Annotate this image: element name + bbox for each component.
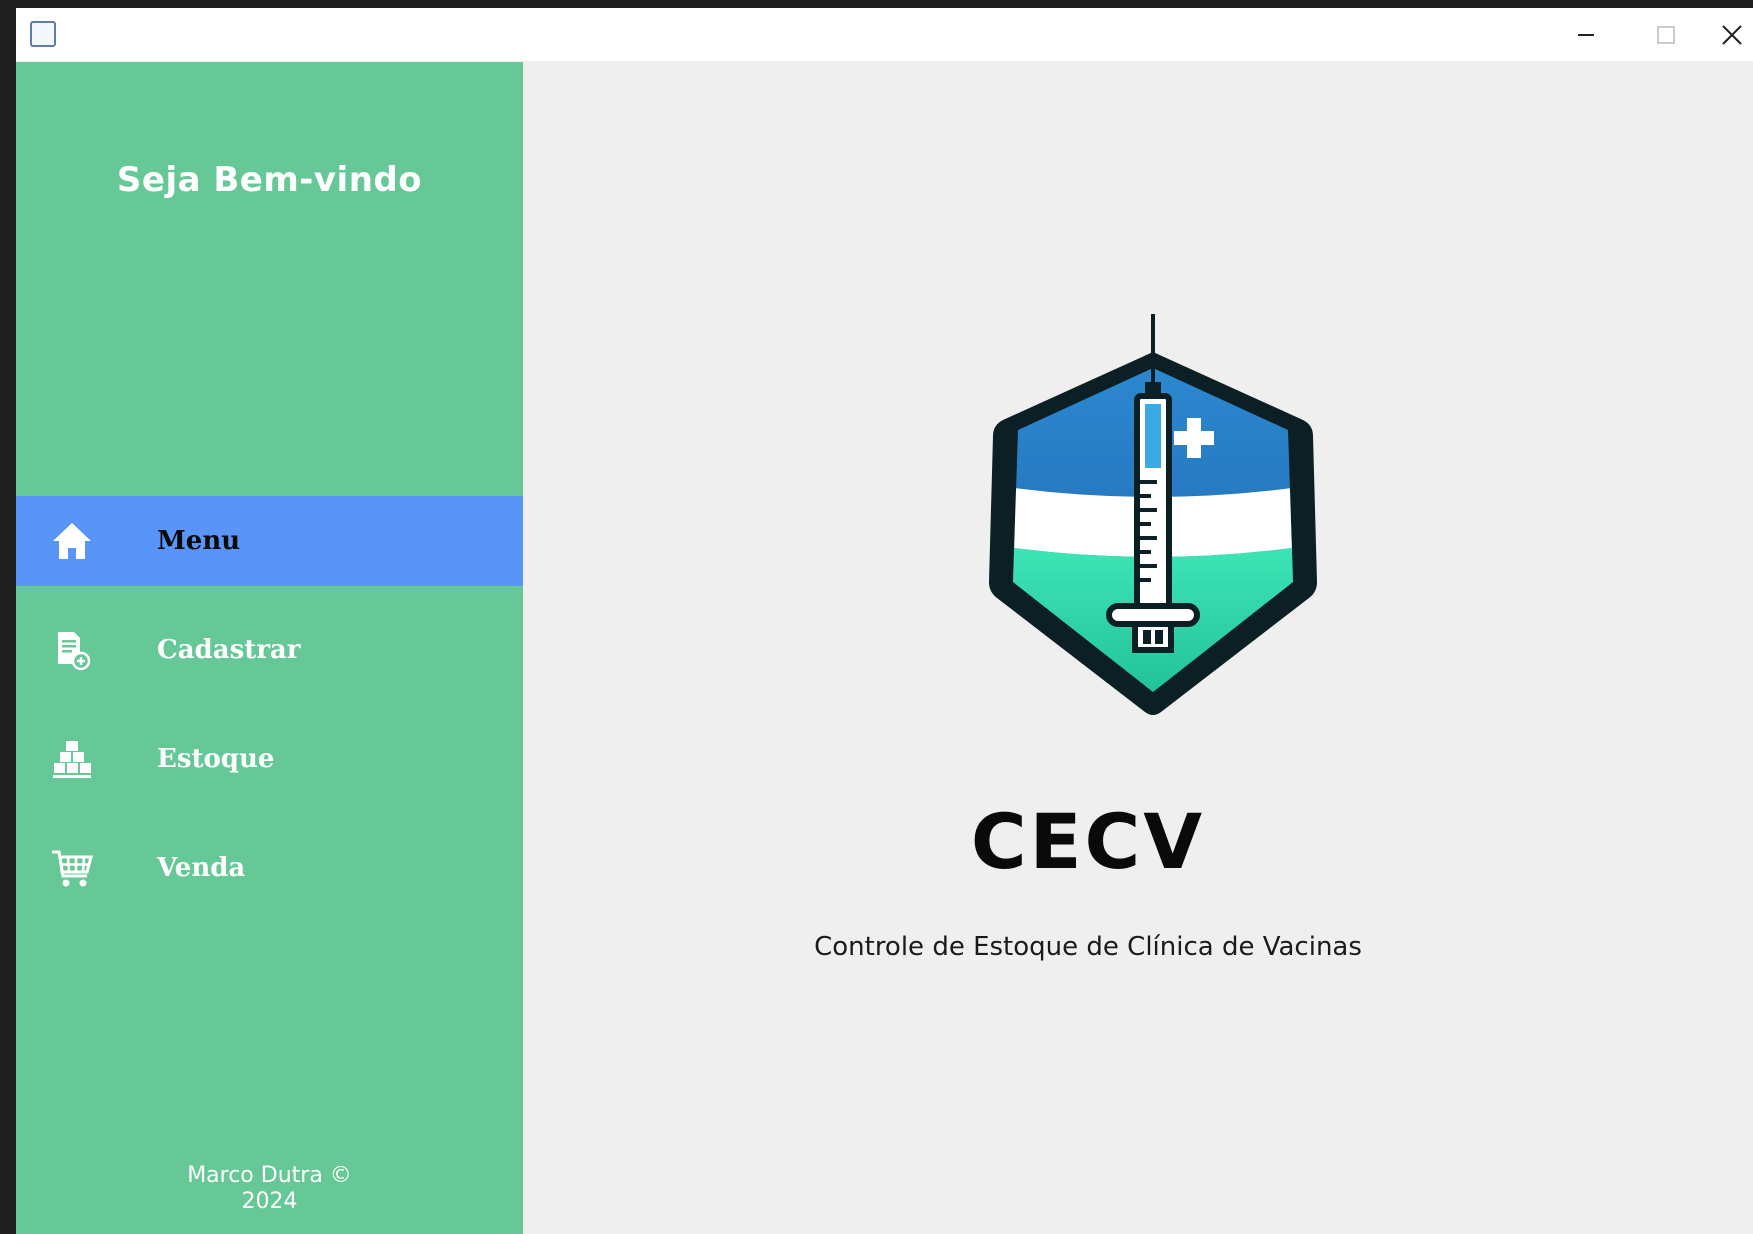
- sidebar-item-label: Venda: [157, 853, 246, 883]
- main-content: CECV Controle de Estoque de Clínica de V…: [523, 62, 1753, 1234]
- shopping-cart-icon: [50, 846, 94, 890]
- home-icon: [50, 519, 94, 563]
- maximize-button[interactable]: [1631, 8, 1701, 61]
- app-window: Seja Bem-vindo Menu Cadastrar Estoque Ve…: [16, 8, 1753, 1234]
- sidebar: Seja Bem-vindo Menu Cadastrar Estoque Ve…: [16, 62, 523, 1234]
- footer-credit: Marco Dutra © 2024: [16, 1163, 523, 1215]
- sidebar-item-label: Cadastrar: [157, 635, 301, 665]
- sidebar-item-menu[interactable]: Menu: [16, 496, 523, 586]
- sidebar-item-label: Menu: [157, 526, 241, 556]
- sidebar-item-estoque[interactable]: Estoque: [16, 714, 523, 804]
- sidebar-item-venda[interactable]: Venda: [16, 823, 523, 913]
- welcome-heading: Seja Bem-vindo: [116, 160, 423, 200]
- footer-year: 2024: [241, 1189, 298, 1214]
- sidebar-item-label: Estoque: [157, 744, 275, 774]
- minimize-icon: [1578, 33, 1594, 36]
- sidebar-item-cadastrar[interactable]: Cadastrar: [16, 605, 523, 695]
- brand-subtitle: Controle de Estoque de Clínica de Vacina…: [814, 932, 1362, 962]
- title-bar[interactable]: [16, 8, 1753, 61]
- java-app-icon: [30, 21, 56, 47]
- brand-title: CECV: [970, 797, 1206, 886]
- stock-boxes-icon: [50, 737, 94, 781]
- vaccine-shield-logo: [989, 314, 1317, 715]
- footer-author: Marco Dutra ©: [187, 1163, 352, 1188]
- register-document-icon: [50, 628, 94, 672]
- maximize-icon: [1657, 25, 1675, 44]
- close-button[interactable]: [1711, 8, 1753, 61]
- close-icon: [1722, 24, 1742, 45]
- minimize-button[interactable]: [1551, 8, 1621, 61]
